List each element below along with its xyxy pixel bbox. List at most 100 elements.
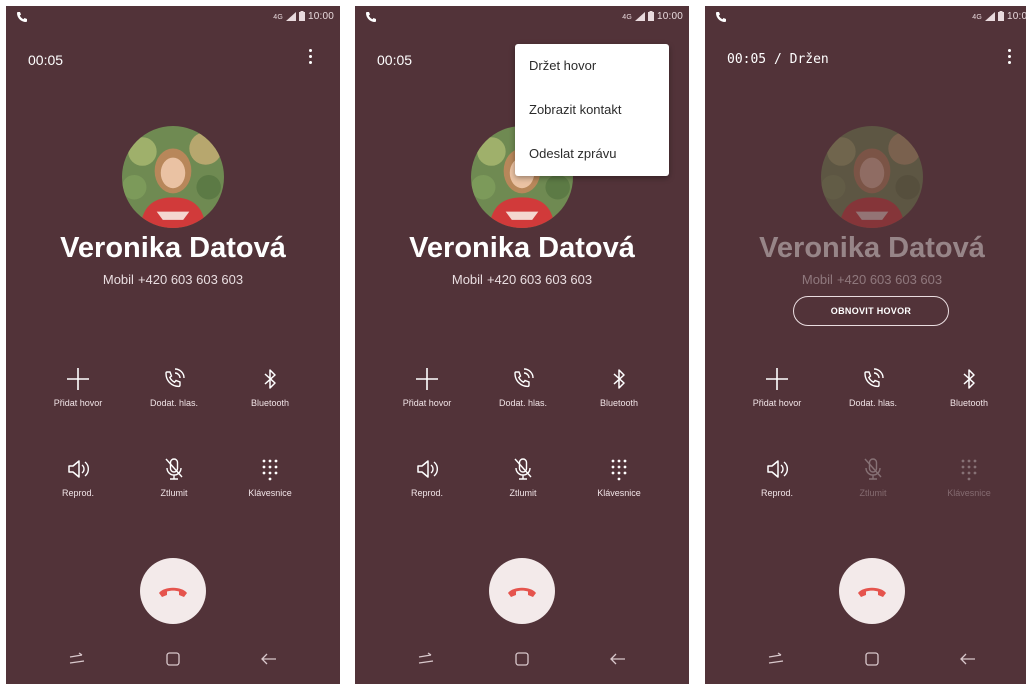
bluetooth-icon: [613, 369, 625, 389]
add-call-button[interactable]: Přidat hovor: [377, 364, 477, 408]
navigation-bar: [355, 636, 689, 684]
add-call-label: Přidat hovor: [752, 398, 802, 408]
status-bar: 4G 10:00: [6, 6, 340, 28]
more-options-icon[interactable]: [1003, 46, 1015, 70]
plus-icon: [416, 368, 438, 390]
menu-item-view-contact[interactable]: Zobrazit kontakt: [515, 88, 669, 132]
mute-icon: [864, 458, 882, 480]
add-call-label: Přidat hovor: [402, 398, 452, 408]
extra-volume-label: Dodat. hlas.: [149, 398, 199, 408]
menu-item-send-message[interactable]: Odeslat zprávu: [515, 132, 669, 176]
status-bar: 4G 10:00: [355, 6, 689, 28]
speaker-label: Reprod.: [760, 488, 794, 498]
signal-icon: [985, 11, 995, 21]
speaker-button[interactable]: Reprod.: [377, 454, 477, 498]
end-call-icon: [508, 587, 536, 597]
back-icon[interactable]: [258, 648, 280, 670]
call-timer: 00:05: [377, 52, 413, 68]
battery-icon: [647, 11, 654, 22]
back-icon[interactable]: [607, 648, 629, 670]
battery-icon: [997, 11, 1004, 22]
phone-icon: [716, 12, 726, 22]
keypad-label: Klávesnice: [947, 488, 991, 498]
speaker-label: Reprod.: [410, 488, 444, 498]
home-icon[interactable]: [511, 648, 533, 670]
home-icon[interactable]: [162, 648, 184, 670]
add-voice-icon: [864, 368, 884, 388]
mute-button: Ztlumit: [823, 454, 923, 498]
speaker-icon: [68, 460, 89, 478]
end-call-button[interactable]: [489, 558, 555, 624]
add-call-button[interactable]: Přidat hovor: [28, 364, 128, 408]
contact-number-line: Mobil +420 603 603 603: [6, 272, 340, 287]
add-voice-icon: [514, 368, 534, 388]
plus-icon: [67, 368, 89, 390]
mute-label: Ztlumit: [509, 488, 537, 498]
recent-apps-icon[interactable]: [66, 648, 88, 670]
phone-number: +420 603 603 603: [137, 272, 244, 287]
home-icon[interactable]: [861, 648, 883, 670]
options-menu: Držet hovor Zobrazit kontakt Odeslat zpr…: [515, 44, 669, 176]
bluetooth-label: Bluetooth: [949, 398, 989, 408]
keypad-button[interactable]: Klávesnice: [220, 454, 320, 498]
bluetooth-button[interactable]: Bluetooth: [919, 364, 1019, 408]
extra-volume-button[interactable]: Dodat. hlas.: [473, 364, 573, 408]
network-label: 4G: [273, 14, 284, 21]
mute-button[interactable]: Ztlumit: [124, 454, 224, 498]
network-label: 4G: [622, 14, 633, 21]
resume-call-button[interactable]: OBNOVIT HOVOR: [793, 296, 949, 326]
bluetooth-button[interactable]: Bluetooth: [220, 364, 320, 408]
mute-label: Ztlumit: [859, 488, 887, 498]
call-timer: 00:05 / Držen: [727, 52, 829, 67]
mute-icon: [514, 458, 532, 480]
recent-apps-icon[interactable]: [765, 648, 787, 670]
signal-icon: [635, 11, 645, 21]
number-type: Mobil: [451, 272, 483, 287]
status-bar: 4G 10:00: [705, 6, 1026, 28]
navigation-bar: [6, 636, 340, 684]
keypad-button[interactable]: Klávesnice: [569, 454, 669, 498]
contact-number-line: Mobil +420 603 603 603: [355, 272, 689, 287]
number-type: Mobil: [102, 272, 134, 287]
mute-label: Ztlumit: [160, 488, 188, 498]
speaker-button[interactable]: Reprod.: [727, 454, 827, 498]
avatar: [821, 126, 923, 228]
signal-icon: [286, 11, 296, 21]
extra-volume-button[interactable]: Dodat. hlas.: [124, 364, 224, 408]
bluetooth-icon: [264, 369, 276, 389]
contact-name: Veronika Datová: [759, 232, 985, 264]
mute-icon: [165, 458, 183, 480]
phone-icon: [366, 12, 376, 22]
contact-name: Veronika Datová: [409, 232, 635, 264]
mute-button[interactable]: Ztlumit: [473, 454, 573, 498]
call-screen-active: 4G 10:00 00:05 Veronika Datová Mobil +420…: [6, 6, 340, 684]
clock: 10:00: [1006, 11, 1026, 22]
phone-number: +420 603 603 603: [486, 272, 593, 287]
back-icon[interactable]: [957, 648, 979, 670]
number-type: Mobil: [801, 272, 833, 287]
keypad-label: Klávesnice: [597, 488, 641, 498]
phone-number: +420 603 603 603: [836, 272, 943, 287]
call-timer: 00:05: [28, 52, 64, 68]
speaker-button[interactable]: Reprod.: [28, 454, 128, 498]
contact-name: Veronika Datová: [60, 232, 286, 264]
network-label: 4G: [972, 14, 983, 21]
status-right: 4G 10:00: [622, 11, 683, 22]
end-call-button[interactable]: [140, 558, 206, 624]
bluetooth-button[interactable]: Bluetooth: [569, 364, 669, 408]
speaker-icon: [417, 460, 438, 478]
menu-item-hold-call[interactable]: Držet hovor: [515, 44, 669, 88]
more-options-icon[interactable]: [304, 46, 316, 70]
extra-volume-button[interactable]: Dodat. hlas.: [823, 364, 923, 408]
call-screen-menu: 4G 10:00 00:05 Veronika Datová Mobil +420…: [355, 6, 689, 684]
status-right: 4G 10:00: [273, 11, 334, 22]
end-call-button[interactable]: [839, 558, 905, 624]
keypad-button: Klávesnice: [919, 454, 1019, 498]
extra-volume-label: Dodat. hlas.: [498, 398, 548, 408]
clock: 10:00: [307, 11, 334, 22]
keypad-icon: [262, 459, 278, 481]
add-call-button[interactable]: Přidat hovor: [727, 364, 827, 408]
recent-apps-icon[interactable]: [415, 648, 437, 670]
add-voice-icon: [165, 368, 185, 388]
contact-number-line: Mobil +420 603 603 603: [705, 272, 1026, 287]
